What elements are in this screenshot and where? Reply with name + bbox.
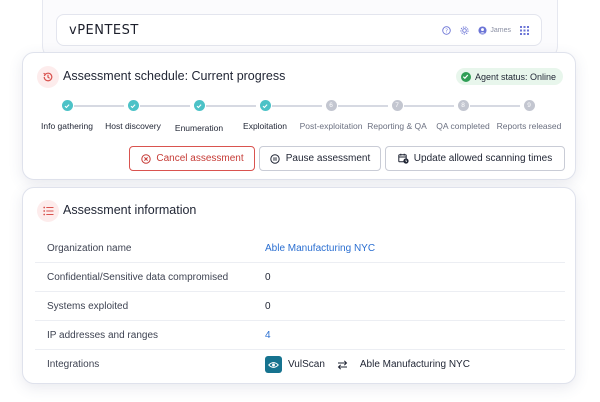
step-1-complete-check-icon [61,100,73,111]
ip-addresses-count-link[interactable]: 4 [265,330,271,341]
info-row-ip-addresses: IP addresses and ranges 4 [35,321,565,350]
info-row-integrations: Integrations VulScan Able Manufacturing … [35,350,565,379]
check-circle-icon [460,71,471,82]
agent-status-text: Agent status: Online [474,71,556,82]
assessment-progress-card: Assessment schedule: Current progress Ag… [22,52,576,180]
app-logo[interactable]: vPENTEST [69,23,139,38]
integration-target: Able Manufacturing NYC [359,359,470,370]
info-label: IP addresses and ranges [47,329,159,341]
integrations-value: VulScan Able Manufacturing NYC [265,356,470,373]
help-icon[interactable]: ? [442,25,452,35]
information-card-title: Assessment information [63,203,197,217]
info-label: Systems exploited [47,300,129,312]
sync-arrows-icon [337,359,348,370]
progress-stepper: Info gathering Host discovery Enumeratio… [23,99,577,139]
cancel-assessment-label: Cancel assessment [156,153,244,164]
step-connector [140,105,190,107]
info-row-sensitive-data: Confidential/Sensitive data compromised … [35,263,565,292]
vulscan-eye-icon [265,356,282,373]
update-scanning-times-button[interactable]: Update allowed scanning times [385,146,565,171]
user-avatar-icon [478,25,487,35]
integration-name: VulScan [288,359,325,370]
step-label-exploitation: Exploitation [243,121,287,131]
step-4-complete-check-icon [259,100,271,111]
info-label: Organization name [47,242,132,254]
sensitive-data-value: 0 [265,271,271,283]
progress-card-title: Assessment schedule: Current progress [63,69,286,83]
agent-status-badge: Agent status: Online [455,68,563,85]
list-icon [37,200,59,222]
assessment-info-table: Organization name Able Manufacturing NYC… [35,234,565,379]
step-6-number: 7 [391,100,403,111]
info-label: Confidential/Sensitive data compromised [47,271,229,283]
assessment-information-card: Assessment information Organization name… [22,187,576,384]
apps-grid-icon[interactable] [520,25,529,35]
cancel-x-circle-icon [140,153,151,164]
step-3-complete-check-icon [193,100,205,111]
step-label-info-gathering: Info gathering [41,121,93,131]
step-label-reports-released: Reports released [496,121,562,131]
settings-gear-icon[interactable] [460,25,469,35]
update-scanning-times-label: Update allowed scanning times [413,153,553,164]
step-connector [272,105,322,107]
step-2-complete-check-icon [127,100,139,111]
step-connector [74,105,124,107]
step-label-qa-completed: QA completed [436,121,490,131]
step-connector [206,105,256,107]
calendar-clock-icon [398,153,409,164]
user-name: James [490,26,511,34]
step-label-reporting-qa: Reporting & QA [367,121,427,131]
user-menu[interactable]: James [478,25,511,35]
pause-assessment-label: Pause assessment [285,153,371,164]
systems-exploited-value: 0 [265,300,271,312]
schedule-history-icon [37,66,59,88]
info-row-organization: Organization name Able Manufacturing NYC [35,234,565,263]
step-connector [470,105,520,107]
info-row-systems-exploited: Systems exploited 0 [35,292,565,321]
pause-assessment-button[interactable]: Pause assessment [259,146,381,171]
step-connector [338,105,388,107]
step-label-post-exploitation: Post-exploitation [299,121,363,131]
svg-text:?: ? [445,28,448,34]
step-8-number: 9 [523,100,535,111]
organization-name-link[interactable]: Able Manufacturing NYC [265,243,375,254]
step-connector [404,105,454,107]
step-label-host-discovery: Host discovery [105,121,161,131]
top-navigation-bar: vPENTEST ? James [56,14,542,46]
pause-circle-icon [270,153,281,164]
topbar-actions: ? James [442,25,529,35]
step-5-number: 6 [325,100,337,111]
stage: vPENTEST ? James Assessment schedule: Cu… [0,0,600,402]
info-label: Integrations [47,359,100,370]
cancel-assessment-button[interactable]: Cancel assessment [129,146,255,171]
step-7-number: 8 [457,100,469,111]
step-label-enumeration: Enumeration [174,123,224,133]
